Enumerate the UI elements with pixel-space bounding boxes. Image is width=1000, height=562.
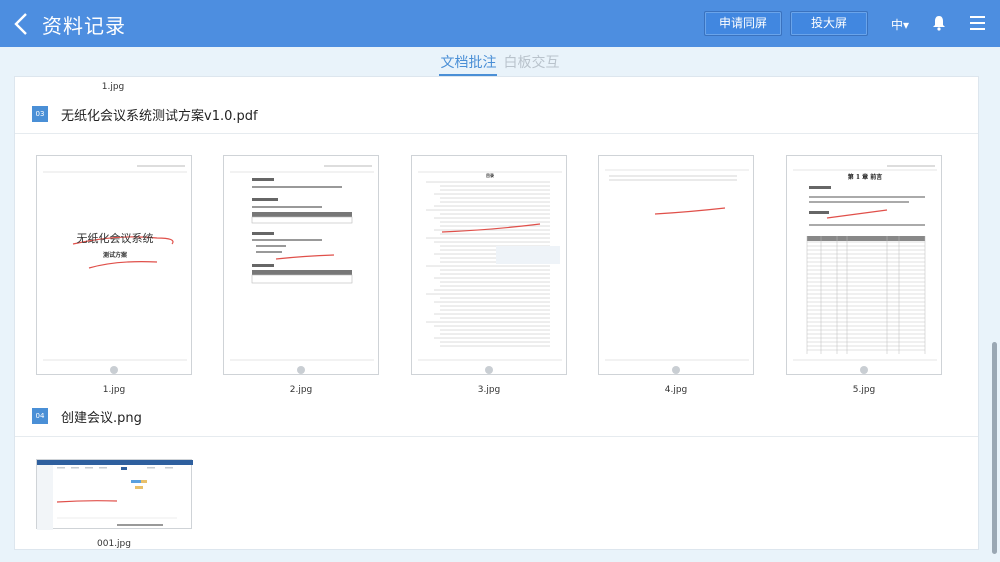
bell-icon[interactable] (932, 15, 946, 31)
divider (15, 133, 978, 134)
page-thumbnail[interactable] (223, 155, 379, 375)
section-number-badge: 03 (32, 106, 48, 122)
scrollbar-thumb[interactable] (992, 342, 997, 554)
section-number-badge: 04 (32, 408, 48, 424)
page-preview (230, 165, 374, 361)
tab-whiteboard-interaction[interactable]: 白板交互 (503, 50, 561, 74)
records-panel[interactable]: 1.jpg 03 无纸化会议系统测试方案v1.0.pdf 无纸化会议系统 测试方… (14, 76, 979, 550)
page-indicator (297, 366, 305, 374)
page-thumbnail[interactable]: 目录 (411, 155, 567, 375)
section-title: 无纸化会议系统测试方案v1.0.pdf (61, 109, 258, 124)
request-sync-screen-button[interactable]: 申请同屏 (704, 11, 782, 36)
tab-bar: 文档批注 白板交互 (0, 50, 1000, 76)
thumbnail-caption: 1.jpg (102, 385, 126, 395)
doc-chapter-heading: 第 1 章 前言 (847, 174, 883, 181)
back-arrow-icon[interactable] (12, 11, 32, 37)
thumbnail-caption: 5.jpg (852, 385, 876, 395)
page-thumbnail[interactable] (598, 155, 754, 375)
app-header: 资料记录 申请同屏 投大屏 中▾ (0, 0, 1000, 47)
page-title: 资料记录 (42, 14, 126, 38)
page-indicator (860, 366, 868, 374)
thumbnail-caption: 3.jpg (477, 385, 501, 395)
page-preview (418, 171, 562, 361)
page-thumbnail[interactable]: 无纸化会议系统 测试方案 (36, 155, 192, 375)
page-indicator (672, 366, 680, 374)
thumbnail-caption: 4.jpg (664, 385, 688, 395)
doc-cover-subtitle: 测试方案 (102, 252, 127, 259)
page-thumbnail[interactable]: 第 1 章 前言 (786, 155, 942, 375)
page-indicator (110, 366, 118, 374)
tab-document-annotation[interactable]: 文档批注 (439, 50, 498, 76)
thumbnail-caption: 1.jpg (101, 82, 125, 92)
page-preview (793, 165, 937, 361)
image-thumbnail[interactable] (36, 459, 193, 530)
section-title: 创建会议.png (61, 411, 142, 426)
cast-big-screen-button[interactable]: 投大屏 (790, 11, 868, 36)
page-preview (43, 165, 187, 361)
doc-toc-heading: 目录 (486, 173, 494, 178)
divider (15, 436, 978, 437)
screenshot-preview (37, 460, 193, 530)
language-selector[interactable]: 中▾ (891, 16, 909, 33)
page-indicator (485, 366, 493, 374)
thumbnail-caption: 2.jpg (289, 385, 313, 395)
section-header: 04 创建会议.png (15, 399, 978, 435)
page-preview (605, 169, 749, 361)
doc-cover-title: 无纸化会议系统 (76, 232, 154, 245)
thumbnail-caption: 001.jpg (97, 539, 131, 549)
section-header: 03 无纸化会议系统测试方案v1.0.pdf (15, 97, 978, 133)
hamburger-menu-icon[interactable] (970, 15, 985, 31)
